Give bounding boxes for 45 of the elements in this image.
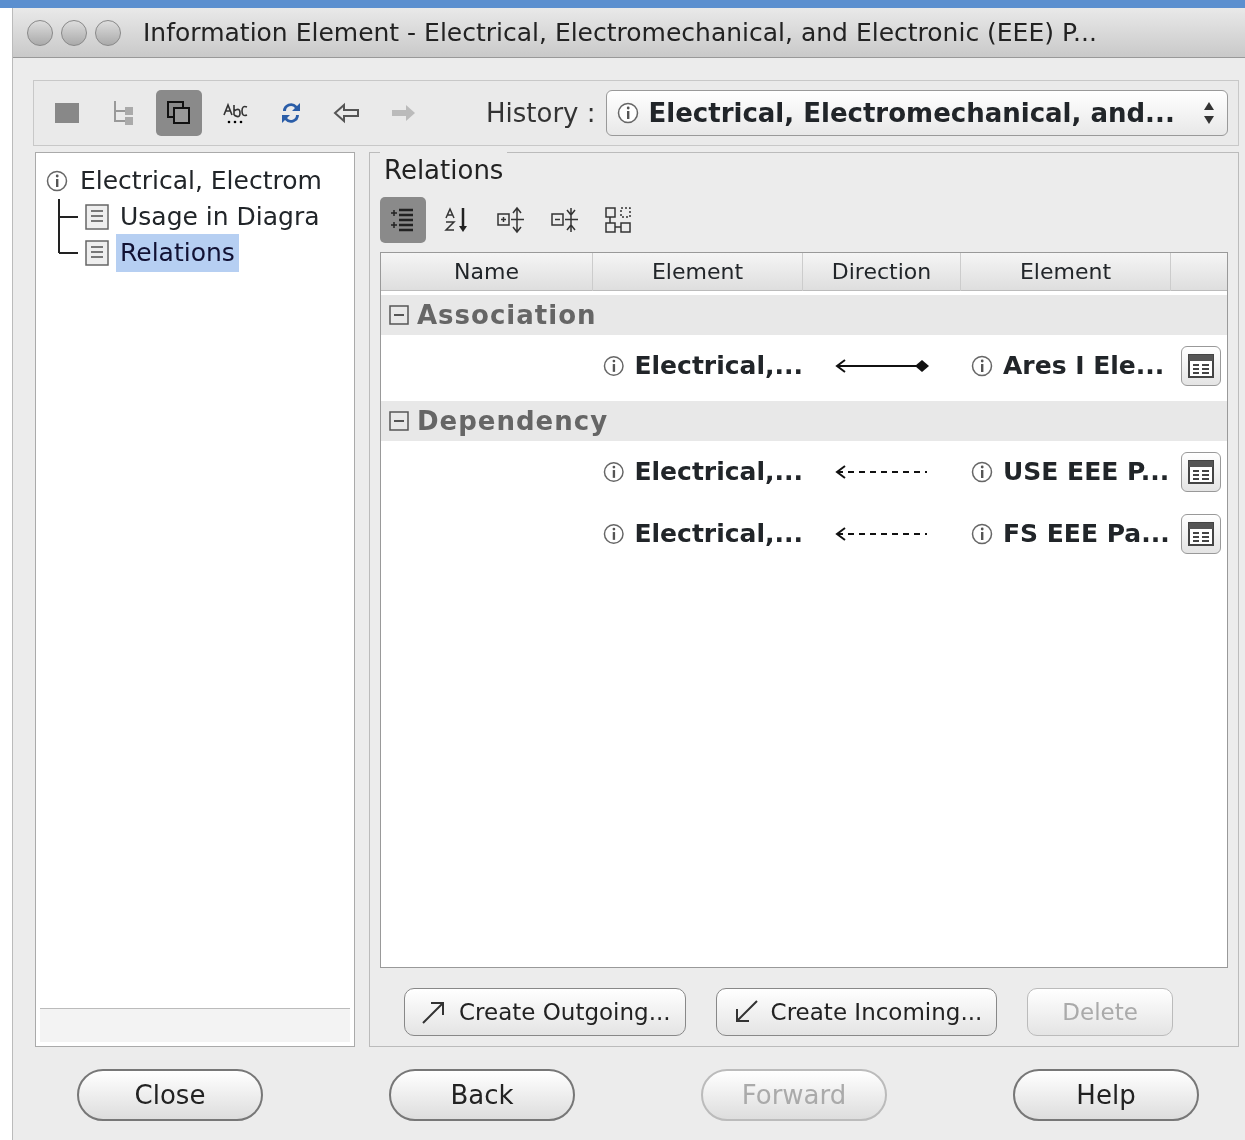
column-header[interactable]: Element [961, 253, 1171, 291]
info-icon [971, 355, 993, 377]
info-icon [603, 523, 625, 545]
element-name: Electrical,... [634, 456, 803, 489]
document-icon [84, 203, 110, 231]
column-header[interactable]: Name [381, 253, 593, 291]
info-icon [46, 170, 68, 192]
window-title: Information Element - Electrical, Electromechanical, and Electronic (EEE) P... [143, 16, 1097, 49]
group-label: Association [417, 298, 597, 332]
open-specification-button[interactable] [1181, 452, 1221, 492]
collapse-icon [389, 411, 409, 431]
element-name: USE EEE P... [1003, 456, 1170, 489]
dialog-button[interactable]: Back [389, 1069, 575, 1121]
collapse-icon [389, 305, 409, 325]
action-button[interactable]: Create Incoming... [715, 988, 998, 1036]
group-label: Dependency [417, 404, 609, 438]
document-icon [84, 239, 110, 267]
table-icon [1188, 522, 1214, 546]
copy-button[interactable] [156, 90, 202, 136]
open-specification-button[interactable] [1181, 346, 1221, 386]
info-icon [971, 523, 993, 545]
open-specification-button[interactable] [1181, 514, 1221, 554]
history-label: History : [486, 96, 596, 130]
column-header[interactable]: Element [593, 253, 803, 291]
dialog-button[interactable]: Close [77, 1069, 263, 1121]
table-icon [1188, 354, 1214, 378]
history-dropdown[interactable]: Electrical, Electromechanical, and... [605, 90, 1228, 136]
info-icon [971, 461, 993, 483]
element-name: Electrical,... [634, 518, 803, 551]
element-name: FS EEE Pa... [1003, 518, 1170, 551]
dialog-button[interactable]: Help [1013, 1069, 1199, 1121]
action-button[interactable]: Create Outgoing... [404, 988, 686, 1036]
info-icon [616, 102, 639, 124]
tree-item[interactable]: Relations [116, 234, 239, 272]
table-icon [1188, 460, 1214, 484]
tree-item[interactable]: Usage in Diagra [116, 198, 324, 236]
element-name: Electrical,... [634, 350, 803, 383]
info-icon [603, 355, 625, 377]
expand-icon [495, 204, 527, 236]
element-name: Ares I Ele... [1003, 350, 1165, 383]
info-icon [603, 461, 625, 483]
horizontal-scrollbar[interactable] [40, 1008, 350, 1042]
list-button[interactable] [380, 197, 426, 243]
tree-item[interactable]: Electrical, Electrom [76, 162, 326, 200]
column-header[interactable]: Direction [803, 253, 961, 291]
